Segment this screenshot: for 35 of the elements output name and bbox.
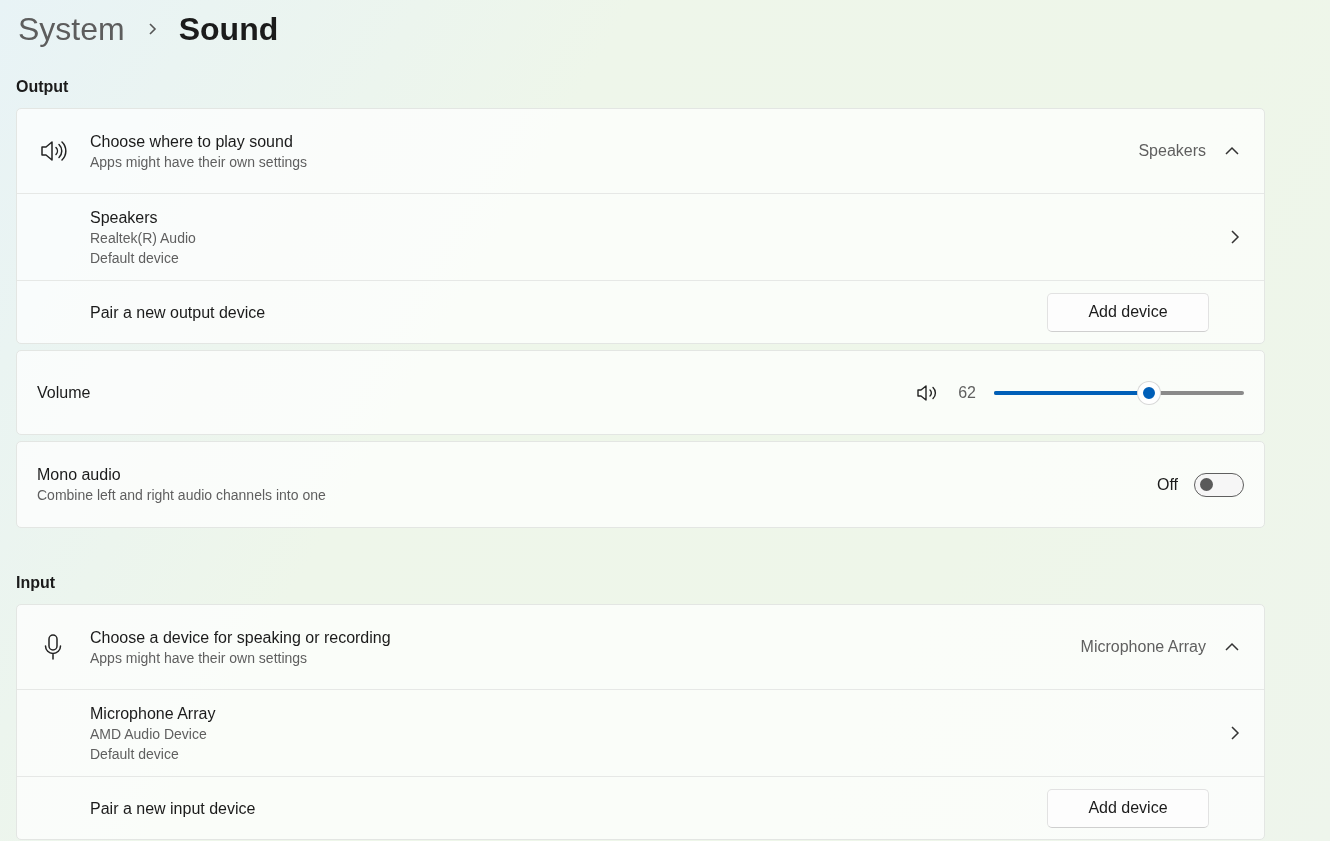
device-detail: AMD Audio Device — [90, 724, 208, 744]
chevron-right-icon — [146, 22, 157, 36]
card-subtitle: Apps might have their own settings — [90, 648, 309, 668]
section-heading: Input — [16, 573, 57, 593]
card-subtitle: Combine left and right audio channels into one — [37, 486, 327, 505]
card-title: Choose a device for speaking or recording — [90, 627, 392, 648]
breadcrumb-parent[interactable]: System — [18, 10, 125, 48]
device-detail: Realtek(R) Audio — [90, 228, 197, 248]
volume-label: Volume — [37, 383, 92, 403]
speaker-icon[interactable] — [916, 383, 939, 402]
selected-device-label: Speakers — [1138, 142, 1206, 160]
device-name: Microphone Array — [90, 703, 217, 724]
chevron-right-icon — [1230, 229, 1240, 245]
device-name: Speakers — [90, 207, 159, 228]
pair-device-label: Pair a new input device — [90, 798, 257, 819]
chevron-up-icon[interactable] — [1224, 642, 1240, 652]
slider-thumb[interactable] — [1138, 381, 1160, 404]
chevron-up-icon[interactable] — [1224, 146, 1240, 156]
device-row[interactable]: Microphone Array AMD Audio Device Default device — [17, 689, 1264, 776]
volume-value: 62 — [958, 383, 976, 402]
page-title: Sound — [178, 10, 279, 48]
card-title: Choose where to play sound — [90, 131, 294, 152]
device-row[interactable]: Speakers Realtek(R) Audio Default device — [17, 193, 1264, 280]
add-device-button[interactable]: Add device — [1047, 292, 1209, 332]
toggle-state-label: Off — [1156, 475, 1178, 494]
chevron-right-icon — [1230, 725, 1240, 741]
card-title: Mono audio — [37, 465, 122, 485]
section-heading: Output — [16, 77, 70, 97]
card-subtitle: Apps might have their own settings — [90, 152, 309, 172]
pair-device-label: Pair a new output device — [90, 302, 267, 323]
device-detail: Default device — [90, 248, 180, 268]
device-detail: Default device — [90, 744, 180, 764]
selected-device-label: Microphone Array — [1080, 638, 1206, 656]
toggle-switch[interactable] — [1194, 472, 1244, 497]
add-device-button[interactable]: Add device — [1047, 788, 1209, 828]
